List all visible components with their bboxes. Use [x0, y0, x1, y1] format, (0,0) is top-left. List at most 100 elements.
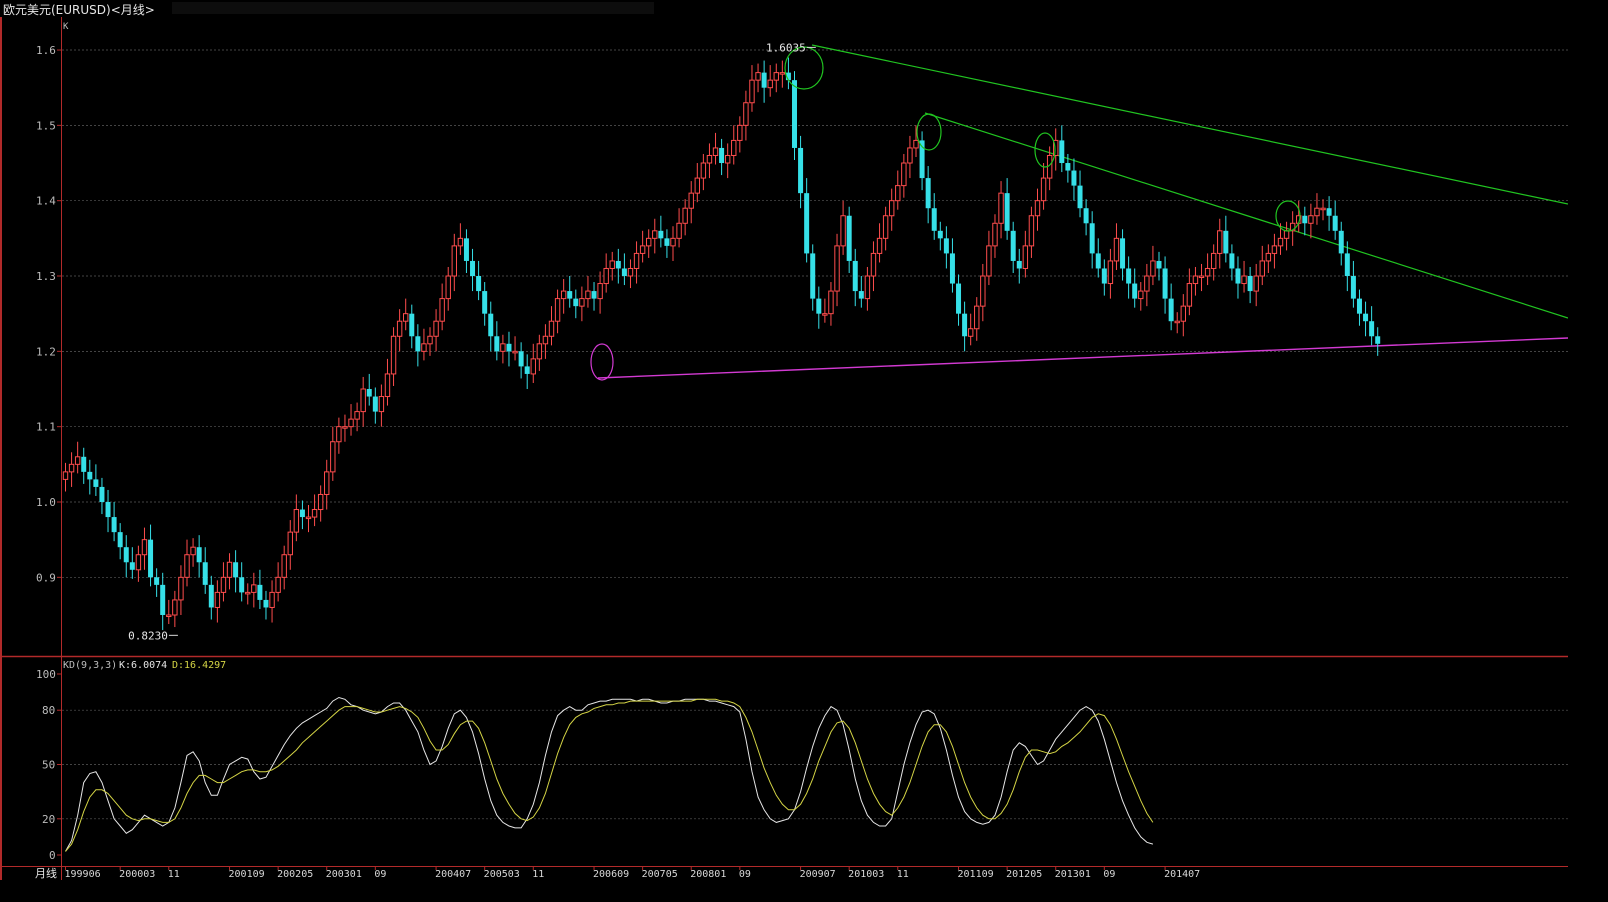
candle [682, 199, 688, 236]
candle [336, 417, 342, 454]
candle [293, 494, 300, 542]
candle [311, 494, 318, 527]
candle [166, 599, 172, 625]
candle-body [816, 298, 822, 314]
candle-body [974, 305, 980, 330]
candle [68, 452, 75, 487]
candle [1162, 256, 1168, 314]
candle-body [287, 531, 293, 556]
candle [518, 342, 524, 379]
candle-body [724, 154, 731, 164]
candle [1053, 128, 1059, 171]
candle-body [172, 599, 178, 616]
candle [840, 200, 846, 255]
candle-body [664, 238, 670, 246]
candle-body [536, 343, 543, 360]
kd-tick-label: 50 [42, 759, 55, 772]
candle [476, 260, 482, 301]
price-tick-label: 1.3 [36, 270, 56, 283]
price-tick-label: 1.2 [36, 345, 56, 358]
candle-body [1034, 200, 1041, 217]
candle [755, 63, 761, 93]
candle [1150, 245, 1156, 286]
candle [463, 229, 469, 273]
kd-tick-label: 0 [49, 849, 56, 862]
candle-body [597, 283, 603, 300]
candle-body [105, 502, 111, 518]
candle-body [311, 509, 318, 518]
time-tick-label: 11 [897, 869, 909, 880]
candle [1198, 263, 1205, 292]
eurusd-monthly-chart[interactable]: 0.9 1.0 1.1 1.2 1.3 1.4 1.5 1.6 0 20 50 80 100 K 1.… [0, 0, 1568, 880]
candle-body [852, 260, 858, 292]
candle [1180, 294, 1186, 337]
candle [269, 580, 275, 623]
time-tick-label: 200205 [277, 869, 313, 880]
candle [1247, 266, 1253, 304]
candle-body [1028, 215, 1035, 247]
candle-body [293, 509, 300, 533]
candle-body [1022, 245, 1029, 269]
candle-body [275, 576, 281, 593]
candle [196, 535, 202, 578]
candle [907, 135, 913, 179]
kd-tick-label: 20 [42, 813, 55, 826]
price-annotations: 1.6035 0.8230 [128, 41, 816, 642]
candle [779, 60, 786, 88]
candle-body [239, 577, 245, 593]
candle-body [500, 343, 506, 352]
candle-body [87, 471, 93, 480]
candle-body [1253, 275, 1259, 292]
candle [1192, 266, 1199, 296]
candle [1101, 259, 1107, 296]
price-tick-label: 0.9 [36, 571, 56, 584]
candle-body [506, 343, 512, 352]
candle [895, 170, 901, 210]
candle-body [1192, 275, 1199, 285]
candle [974, 297, 980, 341]
candle [773, 63, 779, 93]
candle [1144, 263, 1150, 307]
candle [378, 384, 385, 427]
candle [439, 283, 445, 331]
chart-frame [0, 17, 1568, 880]
kd-k-line [65, 696, 1154, 852]
candle-body [117, 532, 123, 548]
candle-body [530, 358, 536, 375]
candle-body [834, 245, 840, 292]
candle [536, 334, 543, 371]
candle-body [62, 471, 69, 480]
time-tick-label: 201003 [848, 869, 884, 880]
candle [263, 590, 269, 620]
candle-body [882, 215, 889, 239]
candle-body [166, 614, 172, 617]
candle-body [804, 193, 810, 254]
candle [615, 248, 621, 284]
candle-body [390, 335, 397, 375]
candle [1302, 206, 1308, 236]
candle [646, 229, 652, 258]
candle-body [68, 463, 75, 473]
candle [761, 60, 767, 103]
candle-body [1210, 252, 1217, 269]
candle [87, 459, 93, 495]
candle-body [670, 237, 676, 247]
time-tick-label: 201109 [958, 869, 994, 880]
candle-body [439, 298, 445, 322]
candle-body [1083, 208, 1089, 224]
candle [178, 565, 184, 615]
candle [724, 143, 731, 179]
candle [870, 241, 877, 292]
candle-body [1168, 298, 1174, 322]
candle [74, 441, 81, 474]
kd-axis: 0 20 50 80 100 [36, 668, 62, 862]
candle [925, 166, 931, 224]
candle [882, 206, 889, 251]
candle [445, 266, 451, 311]
candle [743, 90, 749, 141]
candle-body [1259, 260, 1265, 277]
candle [524, 354, 530, 390]
price-tick-label: 1.4 [36, 195, 56, 208]
candle [111, 502, 117, 542]
candle-body [378, 396, 385, 413]
